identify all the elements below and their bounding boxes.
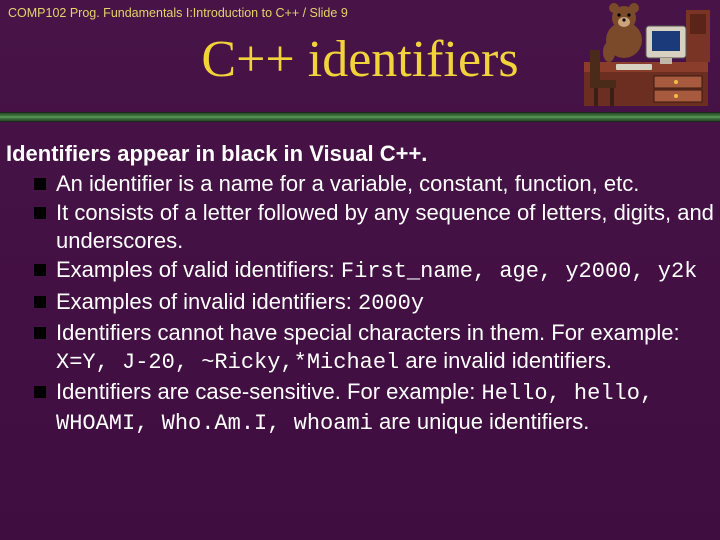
code-span: First_name, age, y2000, y2k <box>341 259 697 284</box>
slide-body: Identifiers appear in black in Visual C+… <box>6 140 716 439</box>
bullet-item: Examples of valid identifiers: First_nam… <box>34 256 716 286</box>
slide: COMP102 Prog. Fundamentals I:Introductio… <box>0 0 720 540</box>
clipart-computer-desk <box>576 0 716 112</box>
bullet-text: An identifier is a name for a variable, … <box>56 170 716 198</box>
bullet-text: It consists of a letter followed by any … <box>56 199 716 254</box>
square-bullet-icon <box>34 207 46 219</box>
square-bullet-icon <box>34 178 46 190</box>
bullet-pretext: Examples of invalid identifiers: <box>56 289 358 314</box>
slide-header-label: COMP102 Prog. Fundamentals I:Introductio… <box>8 6 348 20</box>
bullet-item: It consists of a letter followed by any … <box>34 199 716 254</box>
bullet-pretext: Examples of valid identifiers: <box>56 257 341 282</box>
lead-text: Identifiers appear in black in Visual C+… <box>6 140 716 168</box>
bullet-posttext: are unique identifiers. <box>373 409 589 434</box>
bullet-item: Identifiers are case-sensitive. For exam… <box>34 378 716 437</box>
bullet-text: Identifiers cannot have special characte… <box>56 319 716 376</box>
bullet-posttext: are invalid identifiers. <box>399 348 612 373</box>
bullet-item: An identifier is a name for a variable, … <box>34 170 716 198</box>
code-span: 2000y <box>358 291 424 316</box>
divider-bar <box>0 112 720 122</box>
bullet-pretext: Identifiers cannot have special characte… <box>56 320 680 345</box>
bullet-text: Identifiers are case-sensitive. For exam… <box>56 378 716 437</box>
square-bullet-icon <box>34 296 46 308</box>
square-bullet-icon <box>34 264 46 276</box>
bullet-pretext: Identifiers are case-sensitive. For exam… <box>56 379 482 404</box>
bullet-item: Identifiers cannot have special characte… <box>34 319 716 376</box>
bullet-item: Examples of invalid identifiers: 2000y <box>34 288 716 318</box>
code-span: X=Y, J-20, ~Ricky,*Michael <box>56 350 399 375</box>
square-bullet-icon <box>34 386 46 398</box>
bullet-text: Examples of invalid identifiers: 2000y <box>56 288 716 318</box>
square-bullet-icon <box>34 327 46 339</box>
bullet-text: Examples of valid identifiers: First_nam… <box>56 256 716 286</box>
